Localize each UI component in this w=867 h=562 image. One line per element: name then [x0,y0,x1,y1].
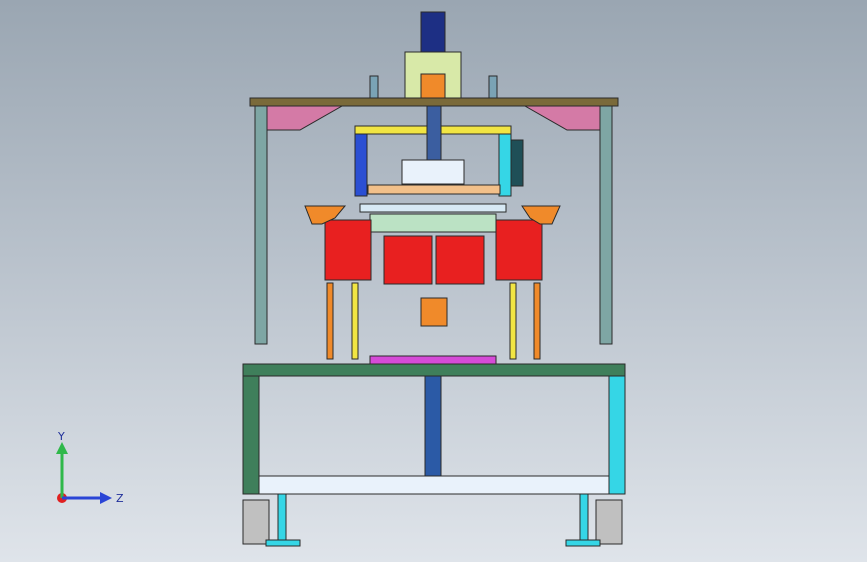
center-left-red-panel[interactable] [383,235,433,285]
right-gusset [523,105,606,131]
rail-band-2 [369,213,497,233]
guide-rod-left [369,75,379,99]
left-column[interactable] [254,105,268,345]
guide-rod-right [488,75,498,99]
rod-right-orange [533,282,541,360]
base-top-rail[interactable] [242,363,626,377]
base-left-leg[interactable] [242,375,260,495]
side-motor[interactable] [510,139,524,187]
roller-bar[interactable] [367,184,501,195]
left-foot-pad [265,539,301,547]
left-gusset [261,105,344,131]
left-blue-bracket[interactable] [354,133,368,197]
base-bottom-rail[interactable] [258,475,610,495]
right-foot-pad [565,539,601,547]
rod-left-yellow [351,282,359,360]
right-column[interactable] [599,105,613,345]
magenta-plate[interactable] [369,355,497,365]
right-leveling-foot[interactable] [579,493,589,541]
cad-viewport[interactable]: Y Z [0,0,867,562]
triad-y-arrow [56,442,68,454]
motor-coupling [420,73,446,99]
triad-z-label: Z [116,492,124,505]
lower-actuator[interactable] [420,297,448,327]
left-red-panel[interactable] [324,219,372,281]
triad-z-arrow [100,492,112,504]
top-motor[interactable] [420,11,446,53]
base-right-leg[interactable] [608,375,626,495]
center-right-red-panel[interactable] [435,235,485,285]
rod-left-orange [326,282,334,360]
guide-block [401,159,465,185]
coordinate-triad: Y Z [56,430,124,505]
right-red-panel[interactable] [495,219,543,281]
left-leveling-foot[interactable] [277,493,287,541]
right-cyan-bracket[interactable] [498,133,512,197]
left-caster-wheel[interactable] [242,499,270,545]
center-shaft[interactable] [426,105,442,161]
rail-band [359,203,507,213]
rod-right-yellow [509,282,517,360]
top-plate[interactable] [249,97,619,107]
vertical-drive[interactable] [424,375,442,477]
machine-assembly-model[interactable] [0,0,867,562]
right-caster-wheel[interactable] [595,499,623,545]
triad-y-label: Y [57,430,65,443]
